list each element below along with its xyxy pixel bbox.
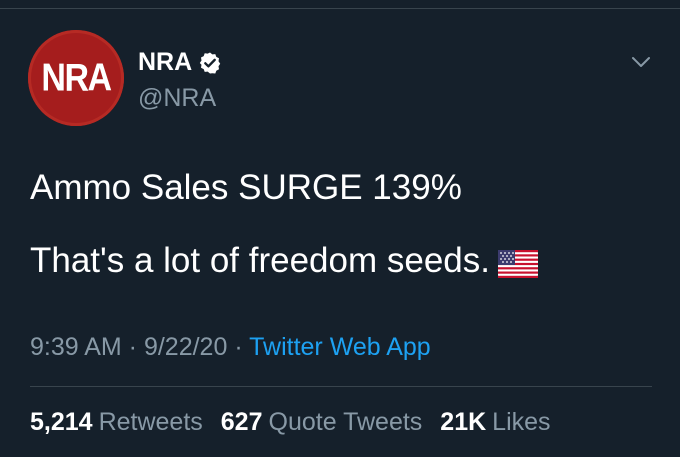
tweet-source-link[interactable]: Twitter Web App <box>249 333 431 361</box>
meta-separator-2: · <box>227 333 250 361</box>
avatar[interactable]: NRA <box>28 30 124 126</box>
verified-badge-icon <box>198 51 222 75</box>
tweet-date[interactable]: 9/22/20 <box>144 333 227 361</box>
user-handle[interactable]: @NRA <box>138 84 216 113</box>
retweets-stat[interactable]: 5,214 Retweets <box>30 408 203 437</box>
chevron-down-icon[interactable] <box>627 48 655 76</box>
display-name[interactable]: NRA <box>138 48 192 77</box>
top-divider <box>0 8 680 9</box>
likes-label: Likes <box>492 408 551 436</box>
name-row: NRA <box>138 48 222 77</box>
tweet-time[interactable]: 9:39 AM <box>30 333 122 361</box>
tweet-text-line-2-text: That's a lot of freedom seeds. <box>30 241 490 280</box>
likes-count: 21K <box>440 408 487 436</box>
retweets-count: 5,214 <box>30 408 93 436</box>
tweet-text-line-1: Ammo Sales SURGE 139% <box>30 168 462 207</box>
quote-tweets-label: Quote Tweets <box>268 408 423 436</box>
tweet-meta: 9:39 AM · 9/22/20 · Twitter Web App <box>30 333 431 362</box>
quote-tweets-count: 627 <box>220 408 263 436</box>
us-flag-icon <box>497 247 538 278</box>
tweet-stats: 5,214 Retweets 627 Quote Tweets 21K Likes <box>30 408 551 437</box>
likes-stat[interactable]: 21K Likes <box>440 408 550 437</box>
retweets-label: Retweets <box>98 408 203 436</box>
tweet-card: NRA NRA @NRA Ammo Sales SURGE 139% That'… <box>0 0 680 457</box>
quote-tweets-stat[interactable]: 627 Quote Tweets <box>221 408 423 437</box>
stats-divider <box>30 386 652 387</box>
meta-separator: · <box>121 333 144 361</box>
tweet-text-line-2: That's a lot of freedom seeds. <box>30 241 538 281</box>
avatar-logo-text: NRA <box>41 55 112 100</box>
